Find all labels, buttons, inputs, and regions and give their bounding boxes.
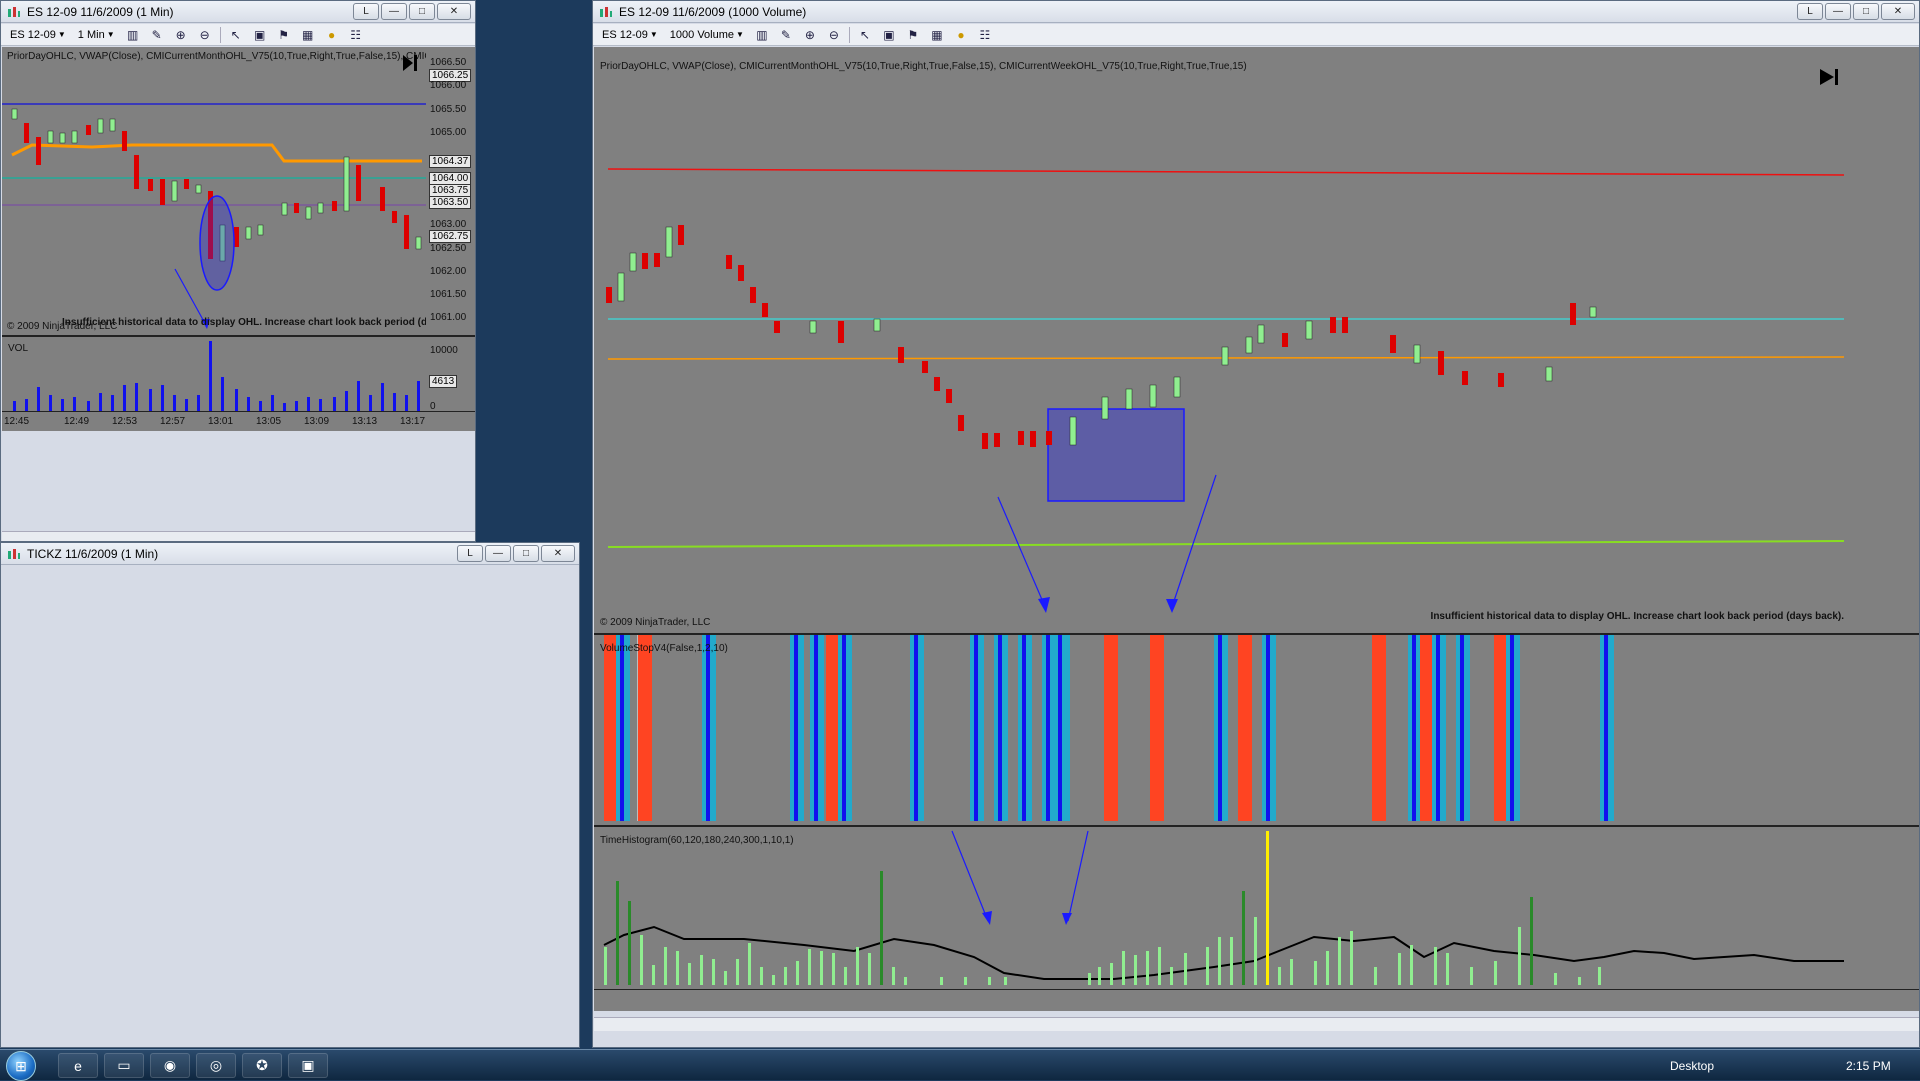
interval-dropdown[interactable]: 1000 Volume ▼ [667, 29, 747, 41]
clock[interactable]: 2:15 PM [1846, 1059, 1891, 1073]
ninja-icon[interactable]: ✪ [242, 1053, 282, 1078]
data-box-icon[interactable]: ☷ [976, 27, 994, 43]
chart-toolbar: ES 12-09 ▼ 1000 Volume ▼ ▥ ✎ ⊕ ⊖ ↖ ▣ ⚑ ▦ ●… [593, 24, 1919, 46]
volume-stop-panel[interactable]: VolumeStopV4(False,1,2,10) [594, 635, 1850, 825]
instrument-dropdown[interactable]: ES 12-09 ▼ [599, 29, 661, 41]
strategy-icon[interactable]: ⚑ [275, 27, 293, 43]
volume-panel[interactable]: VOL [2, 337, 426, 411]
zoom-in-icon[interactable]: ⊕ [172, 27, 190, 43]
volume-stop-axis[interactable] [1850, 635, 1919, 825]
indicator-icon[interactable]: ▦ [928, 27, 946, 43]
chart-toolbar: ES 12-09 ▼ 1 Min ▼ ▥ ✎ ⊕ ⊖ ↖ ▣ ⚑ ▦ ● ☷ [1, 24, 475, 46]
time-histogram-chart [603, 830, 1844, 985]
volume-chart [13, 341, 420, 411]
window-title: TICKZ 11/6/2009 (1 Min) [27, 546, 159, 561]
tickz-window-body: TICKZ 11/6/2009 (1 Min) L — □ ✕ [0, 542, 580, 1048]
zoom-out-icon[interactable]: ⊖ [825, 27, 843, 43]
bar-type-icon[interactable]: ▥ [124, 27, 142, 43]
price-panel[interactable]: PriorDayOHLC, VWAP(Close), CMICurrentMon… [594, 47, 1850, 633]
minimize-button[interactable]: — [485, 545, 511, 562]
terminal-icon[interactable]: ▣ [288, 1053, 328, 1078]
volume-stop-chart [604, 635, 1614, 821]
instrument-dropdown[interactable]: ES 12-09 ▼ [7, 29, 69, 41]
properties-icon[interactable]: ▣ [880, 27, 898, 43]
warning-text: Insufficient historical data to display … [1430, 611, 1844, 622]
minimize-button[interactable]: — [381, 3, 407, 20]
desktop-label[interactable]: Desktop [1670, 1059, 1714, 1073]
taskbar: ⊞ e ▭ ◉ ◎ ✪ ▣ Desktop 2:15 PM [0, 1049, 1920, 1081]
ie-icon[interactable]: e [58, 1053, 98, 1078]
close-button[interactable]: ✕ [541, 545, 575, 562]
interval-dropdown[interactable]: 1 Min ▼ [75, 29, 118, 41]
firefox-icon[interactable]: ◎ [196, 1053, 236, 1078]
price-chart [2, 55, 426, 329]
title-bar[interactable]: ES 12-09 11/6/2009 (1 Min) L — □ ✕ [1, 1, 475, 23]
time-axis: 12:45 12:49 12:53 12:57 13:01 13:05 13:0… [2, 411, 475, 431]
indicator-label: VolumeStopV4(False,1,2,10) [600, 643, 728, 654]
price-panel[interactable]: PriorDayOHLC, VWAP(Close), CMICurrentMon… [2, 47, 426, 335]
price-axis[interactable] [1850, 47, 1919, 633]
media-icon[interactable]: ◉ [150, 1053, 190, 1078]
close-button[interactable]: ✕ [1881, 3, 1915, 20]
properties-icon[interactable]: ▣ [251, 27, 269, 43]
drawing-tool-icon[interactable]: ✎ [148, 27, 166, 43]
alert-icon[interactable]: ● [952, 27, 970, 43]
es-1min-window: ES 12-09 11/6/2009 (1 Min) L — □ ✕ ES 12… [0, 0, 476, 542]
horizontal-scrollbar[interactable] [594, 1017, 1919, 1031]
chart-icon [600, 6, 612, 17]
copyright-text: © 2009 NinjaTrader, LLC [7, 321, 118, 332]
zoom-out-icon[interactable]: ⊖ [196, 27, 214, 43]
maximize-button[interactable]: □ [513, 545, 539, 562]
zoom-in-icon[interactable]: ⊕ [801, 27, 819, 43]
horizontal-scrollbar[interactable] [2, 531, 475, 541]
window-title: ES 12-09 11/6/2009 (1 Min) [27, 4, 174, 19]
alert-icon[interactable]: ● [323, 27, 341, 43]
copyright-text: © 2009 NinjaTrader, LLC [600, 617, 711, 628]
help-button[interactable]: L [353, 3, 379, 20]
maximize-button[interactable]: □ [1853, 3, 1879, 20]
pointer-icon[interactable]: ↖ [227, 27, 245, 43]
price-axis[interactable]: 1066.50 1066.25 1066.00 1065.50 1065.00 … [426, 47, 475, 335]
strategy-icon[interactable]: ⚑ [904, 27, 922, 43]
indicator-icon[interactable]: ▦ [299, 27, 317, 43]
folder-icon[interactable]: ▭ [104, 1053, 144, 1078]
data-box-icon[interactable]: ☷ [347, 27, 365, 43]
help-button[interactable]: L [457, 545, 483, 562]
time-axis [594, 989, 1919, 1011]
close-button[interactable]: ✕ [437, 3, 471, 20]
chart-icon [8, 548, 20, 559]
price-chart [606, 69, 1845, 613]
pointer-icon[interactable]: ↖ [856, 27, 874, 43]
time-histogram-axis[interactable] [1850, 827, 1919, 989]
histogram-bars [604, 831, 1601, 985]
help-button[interactable]: L [1797, 3, 1823, 20]
maximize-button[interactable]: □ [409, 3, 435, 20]
window-title: ES 12-09 11/6/2009 (1000 Volume) [619, 4, 807, 19]
minimize-button[interactable]: — [1825, 3, 1851, 20]
es-1000-volume-window: ES 12-09 11/6/2009 (1000 Volume) L — □ ✕… [592, 0, 1920, 1048]
title-bar[interactable]: TICKZ 11/6/2009 (1 Min) L — □ ✕ [1, 543, 579, 565]
start-button[interactable]: ⊞ [6, 1051, 36, 1081]
drawing-tool-icon[interactable]: ✎ [777, 27, 795, 43]
volume-axis[interactable]: 10000 4613 0 [426, 337, 475, 412]
volume-stop-bars [604, 635, 1614, 821]
time-histogram-panel[interactable]: TimeHistogram(60,120,180,240,300,1,10,1) [594, 827, 1850, 989]
bar-type-icon[interactable]: ▥ [753, 27, 771, 43]
chart-icon [8, 6, 20, 17]
title-bar[interactable]: ES 12-09 11/6/2009 (1000 Volume) L — □ ✕ [593, 1, 1919, 23]
